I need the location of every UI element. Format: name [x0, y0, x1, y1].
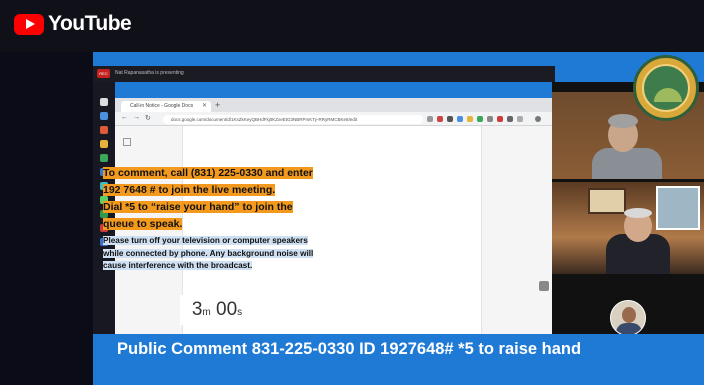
- outline-icon[interactable]: [123, 138, 131, 146]
- instruction-line: To comment, call (831) 225-0330 and ente…: [103, 167, 313, 179]
- browser-tab-strip: Call-in Notice - Google Docs ✕ +: [115, 98, 552, 112]
- start-icon: [100, 98, 108, 106]
- youtube-header: YouTube: [0, 0, 704, 52]
- timer-seconds: 00: [216, 299, 238, 320]
- countdown-timer: 3m 00s: [180, 295, 254, 325]
- wall-frame: [588, 188, 626, 214]
- close-tab-icon[interactable]: ✕: [202, 101, 207, 112]
- extension-icon[interactable]: [467, 116, 473, 122]
- presenting-label: Nat Rapanasatha is presenting: [115, 70, 184, 76]
- extension-icon[interactable]: [487, 116, 493, 122]
- instruction-line: queue to speak.: [103, 218, 183, 230]
- app-icon: [100, 140, 108, 148]
- youtube-logo-icon[interactable]: [14, 14, 44, 35]
- new-tab-icon[interactable]: +: [215, 100, 220, 110]
- extension-icon[interactable]: [457, 116, 463, 122]
- tab-title: Call-in Notice - Google Docs: [130, 103, 194, 109]
- extension-icon[interactable]: [517, 116, 523, 122]
- instruction-line: Dial *5 to “raise your hand” to join the: [103, 201, 293, 213]
- expand-icon[interactable]: [539, 281, 549, 291]
- back-icon[interactable]: ←: [121, 114, 128, 121]
- participant-figure: [592, 148, 662, 179]
- avatar: [610, 300, 646, 336]
- youtube-brand[interactable]: YouTube: [48, 12, 132, 36]
- app-icon: [100, 112, 108, 120]
- address-row: ← → ↻ docs.google.com/document/d/1KsZkKe…: [115, 112, 552, 126]
- zoom-presenting-bar: REC Nat Rapanasatha is presenting: [93, 66, 555, 82]
- participant-video-tile[interactable]: [552, 182, 704, 274]
- extension-icon[interactable]: [447, 116, 453, 122]
- seal-landscape: [654, 88, 682, 102]
- timer-minutes-unit: m: [202, 307, 211, 318]
- forward-icon[interactable]: →: [133, 114, 140, 121]
- speaker-notice: Please turn off your television or compu…: [103, 235, 433, 273]
- public-comment-banner: Public Comment 831-225-0330 ID 1927648# …: [93, 334, 704, 385]
- extension-icon[interactable]: [507, 116, 513, 122]
- participant-hair: [624, 208, 652, 218]
- instruction-line: 192 7648 # to join the live meeting.: [103, 184, 276, 196]
- city-seal-icon: [633, 55, 699, 121]
- rec-badge: REC: [97, 69, 110, 78]
- extension-icon[interactable]: [497, 116, 503, 122]
- notice-line: cause interference with the broadcast.: [103, 261, 253, 270]
- stream-stage: YouTube REC Nat Rapanasatha is presentin…: [0, 0, 704, 385]
- browser-tab[interactable]: Call-in Notice - Google Docs ✕: [121, 101, 211, 112]
- notice-line: Please turn off your television or compu…: [103, 236, 308, 245]
- notice-line: while connected by phone. Any background…: [103, 248, 314, 258]
- app-icon: [100, 126, 108, 134]
- avatar-head: [622, 307, 636, 323]
- participant-hair: [608, 114, 638, 128]
- app-icon: [100, 154, 108, 162]
- seal-emblem: [642, 64, 690, 112]
- reload-icon[interactable]: ↻: [145, 114, 151, 122]
- extension-icon[interactable]: [437, 116, 443, 122]
- address-bar[interactable]: docs.google.com/document/d/1KsZkKeyQBHdF…: [163, 115, 423, 124]
- timer-minutes: 3: [191, 299, 203, 320]
- banner-text: Public Comment 831-225-0330 ID 1927648# …: [117, 340, 582, 358]
- window: [656, 186, 700, 230]
- profile-icon[interactable]: [535, 116, 541, 122]
- extension-icon[interactable]: [427, 116, 433, 122]
- timer-seconds-unit: s: [237, 307, 243, 318]
- call-in-instructions: To comment, call (831) 225-0330 and ente…: [103, 165, 433, 233]
- extension-icon[interactable]: [477, 116, 483, 122]
